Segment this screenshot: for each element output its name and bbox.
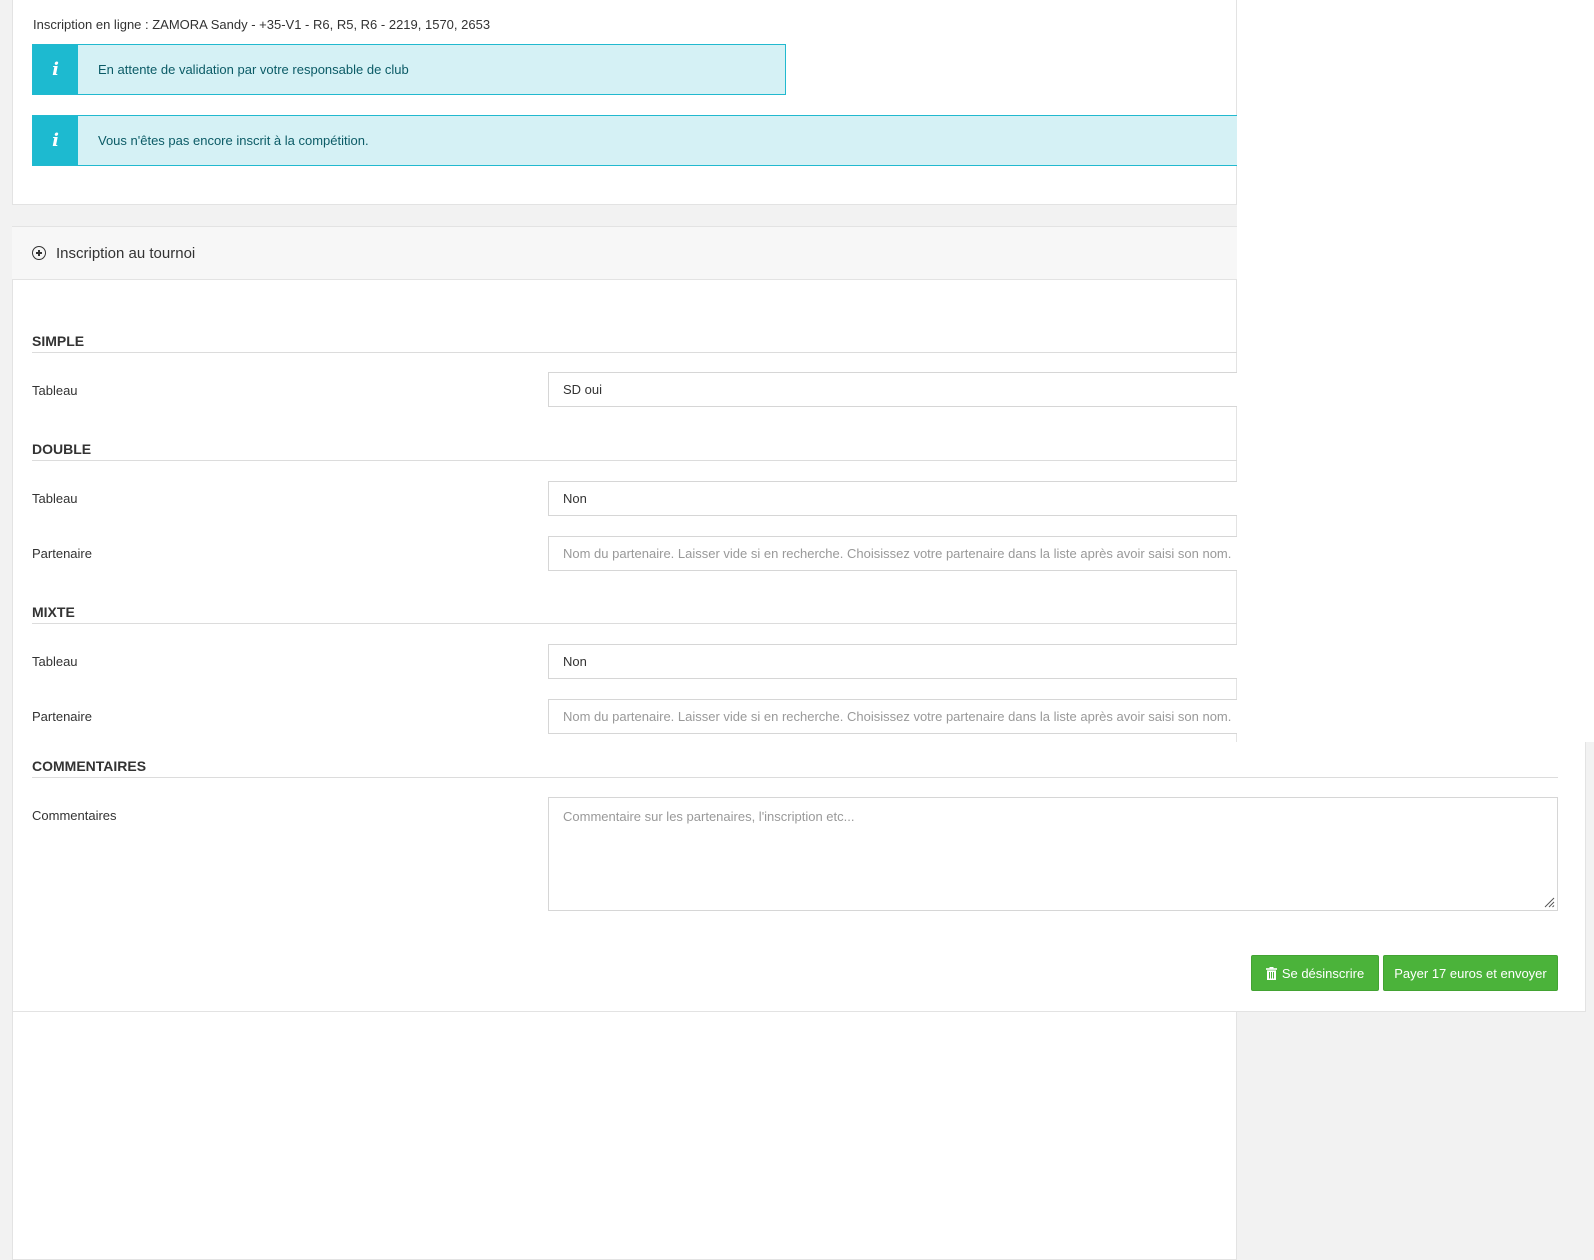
simple-tableau-label: Tableau	[32, 383, 78, 398]
mixte-tableau-label: Tableau	[32, 654, 78, 669]
tournament-registration-header[interactable]: Inscription au tournoi	[12, 227, 1237, 280]
mixte-partner-label: Partenaire	[32, 709, 92, 724]
plus-circle-icon[interactable]	[32, 246, 46, 260]
pay-label: Payer 17 euros et envoyer	[1394, 965, 1547, 981]
double-tableau-label: Tableau	[32, 491, 78, 506]
double-tableau-select[interactable]: Non	[548, 481, 1237, 516]
alert-message: En attente de validation par votre respo…	[98, 62, 409, 77]
unsubscribe-button[interactable]: Se désinscrire	[1251, 955, 1379, 991]
simple-tableau-select[interactable]: SD oui	[548, 372, 1237, 407]
pay-and-send-button[interactable]: Payer 17 euros et envoyer	[1383, 955, 1558, 991]
not-registered-alert: i Vous n'êtes pas encore inscrit à la co…	[32, 115, 1237, 166]
panel-title: Inscription au tournoi	[56, 244, 196, 262]
section-simple: SIMPLE	[32, 333, 1237, 353]
registration-summary: Inscription en ligne : ZAMORA Sandy - +3…	[33, 17, 491, 32]
section-comments: COMMENTAIRES	[32, 758, 1558, 778]
validation-pending-alert: i En attente de validation par votre res…	[32, 44, 786, 95]
resize-handle-icon[interactable]	[1543, 896, 1555, 908]
double-partner-input[interactable]: Nom du partenaire. Laisser vide si en re…	[548, 536, 1237, 571]
alert-message: Vous n'êtes pas encore inscrit à la comp…	[98, 133, 369, 148]
section-double: DOUBLE	[32, 441, 1237, 461]
page-background	[1237, 0, 1594, 742]
info-icon: i	[33, 116, 78, 165]
mixte-partner-input[interactable]: Nom du partenaire. Laisser vide si en re…	[548, 699, 1237, 734]
double-partner-label: Partenaire	[32, 546, 92, 561]
mixte-tableau-select[interactable]: Non	[548, 644, 1237, 679]
trash-icon	[1265, 966, 1277, 980]
section-mixte: MIXTE	[32, 604, 1237, 624]
info-icon: i	[33, 45, 78, 94]
unsubscribe-label: Se désinscrire	[1281, 965, 1365, 981]
comments-placeholder: Commentaire sur les partenaires, l'inscr…	[563, 809, 855, 824]
comments-textarea[interactable]: Commentaire sur les partenaires, l'inscr…	[548, 797, 1558, 911]
comments-label: Commentaires	[32, 808, 117, 823]
